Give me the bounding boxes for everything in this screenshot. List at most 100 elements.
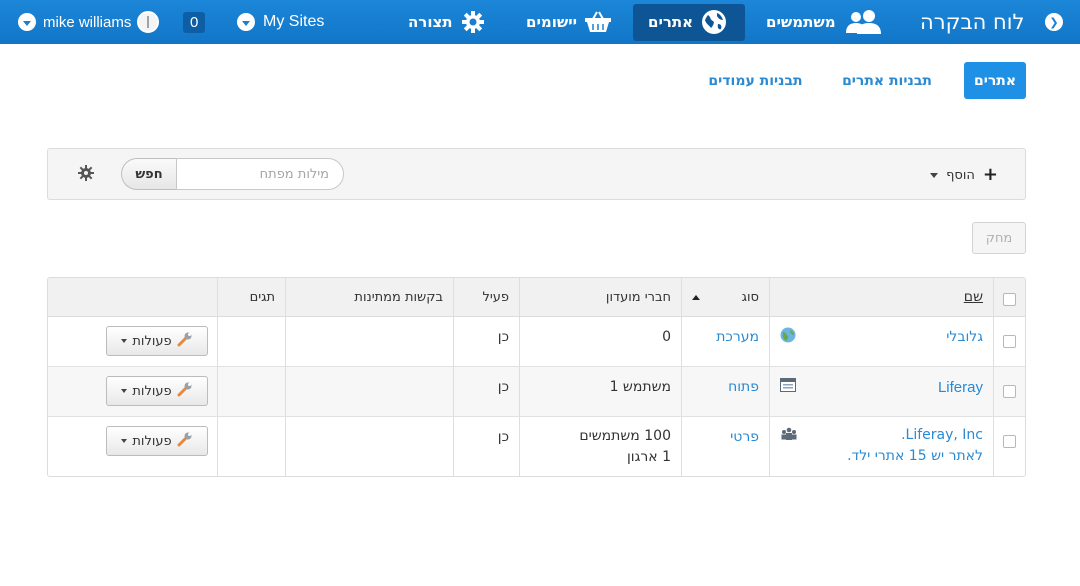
members-value: 0	[662, 329, 671, 345]
my-sites-label[interactable]: My Sites	[263, 13, 324, 31]
sort-arrow-icon[interactable]	[692, 295, 700, 300]
type-cell: פרטי	[681, 417, 769, 476]
chevron-down-icon	[121, 439, 128, 443]
members-value: משתמש 1	[609, 379, 671, 395]
user-menu[interactable]: mike williams	[18, 0, 160, 44]
chevron-down-icon	[121, 339, 128, 343]
row-checkbox[interactable]	[1003, 435, 1016, 448]
header-members: חברי מועדון	[519, 278, 681, 316]
user-menu-caret-icon[interactable]	[18, 13, 36, 31]
members-org-value: 1 ארגון	[626, 449, 671, 465]
tags-cell	[217, 317, 285, 366]
actions-label: פעולות	[132, 383, 172, 399]
members-cell: 0	[519, 317, 681, 366]
configuration-label[interactable]: תצורה	[408, 13, 453, 31]
top-navigation-bar: mike williams 0 My Sites תצורה יישומים א…	[0, 0, 1080, 44]
plus-icon: +	[982, 164, 998, 185]
select-cell	[993, 417, 1025, 476]
control-panel-home[interactable]: לוח הבקרה	[920, 0, 1024, 44]
chevron-down-icon	[930, 172, 939, 178]
tags-cell	[217, 417, 285, 476]
header-type[interactable]: סוג	[681, 278, 769, 316]
basket-icon	[584, 10, 612, 34]
actions-cell: פעולות	[48, 367, 217, 416]
organization-icon	[780, 427, 797, 443]
chevron-left-circle-icon[interactable]: ❯	[1045, 13, 1063, 31]
header-pending-requests: בקשות ממתינות	[285, 278, 453, 316]
type-link[interactable]: פתוח	[728, 379, 759, 395]
actions-button[interactable]: פעולות	[106, 376, 208, 406]
wrench-icon	[177, 381, 193, 401]
pending-cell	[285, 317, 453, 366]
globe-icon	[780, 327, 796, 343]
table-row: פעולות כן 0 מערכת גלובלי	[48, 317, 1025, 367]
add-button[interactable]: הוסף +	[918, 165, 998, 185]
sites-label[interactable]: אתרים	[648, 13, 693, 31]
select-cell	[993, 367, 1025, 416]
select-all-checkbox[interactable]	[1003, 293, 1016, 306]
control-panel-title[interactable]: לוח הבקרה	[920, 10, 1024, 34]
wrench-icon	[177, 431, 193, 451]
actions-label: פעולות	[132, 433, 172, 449]
notifications-count-badge[interactable]: 0	[183, 11, 206, 33]
tab-page-templates[interactable]: תבניות עמודים	[708, 62, 803, 99]
wrench-icon	[177, 331, 193, 351]
actions-button[interactable]: פעולות	[106, 426, 208, 456]
search-button[interactable]: חפש	[121, 158, 177, 190]
configuration-menu[interactable]: תצורה	[408, 0, 485, 44]
site-page-icon	[780, 377, 796, 393]
members-value: 100 משתמשים	[579, 428, 671, 444]
header-name-label[interactable]: שם	[964, 289, 983, 305]
members-cell: משתמש 1	[519, 367, 681, 416]
delete-button[interactable]: מחק	[972, 222, 1026, 254]
user-name[interactable]: mike williams	[43, 14, 131, 31]
apps-menu[interactable]: יישומים	[526, 0, 612, 44]
name-cell: Liferay	[769, 367, 993, 416]
globe-icon	[701, 9, 727, 35]
table-row: פעולות כן 100 משתמשים 1 ארגון פרטי Lifer…	[48, 417, 1025, 476]
my-sites-menu[interactable]: My Sites	[237, 0, 324, 44]
table-row: פעולות כן משתמש 1 פתוח Liferay	[48, 367, 1025, 417]
select-cell	[993, 317, 1025, 366]
name-cell: Liferay, Inc. לאתר יש 15 אתרי ילד.	[769, 417, 993, 476]
type-link[interactable]: פרטי	[730, 429, 759, 445]
site-name-link[interactable]: Liferay, Inc.	[901, 427, 983, 443]
my-sites-caret-icon[interactable]	[237, 13, 255, 31]
pending-cell	[285, 417, 453, 476]
name-cell: גלובלי	[769, 317, 993, 366]
site-name-link[interactable]: Liferay	[938, 379, 983, 396]
users-label[interactable]: משתמשים	[766, 13, 836, 31]
search-input[interactable]	[176, 158, 344, 190]
add-label: הוסף	[946, 167, 975, 183]
actions-button[interactable]: פעולות	[106, 326, 208, 356]
tab-sites[interactable]: אתרים	[964, 62, 1026, 99]
avatar[interactable]	[137, 11, 160, 33]
header-tags: תגים	[217, 278, 285, 316]
active-value: כן	[497, 329, 509, 345]
tab-site-templates[interactable]: תבניות אתרים	[840, 62, 934, 99]
type-link[interactable]: מערכת	[716, 329, 759, 345]
users-menu[interactable]: משתמשים	[766, 0, 882, 44]
gear-icon[interactable]	[78, 165, 94, 181]
actions-cell: פעולות	[48, 417, 217, 476]
site-name-link[interactable]: גלובלי	[946, 329, 983, 345]
active-cell: כן	[453, 417, 519, 476]
row-checkbox[interactable]	[1003, 335, 1016, 348]
active-value: כן	[497, 379, 509, 395]
apps-label[interactable]: יישומים	[526, 13, 577, 31]
notifications[interactable]: 0	[183, 0, 206, 44]
search-toolbar: חפש הוסף +	[47, 148, 1026, 200]
type-cell: פתוח	[681, 367, 769, 416]
active-value: כן	[497, 429, 509, 445]
header-type-label[interactable]: סוג	[742, 290, 759, 305]
header-select-all[interactable]	[993, 278, 1025, 316]
pending-cell	[285, 367, 453, 416]
header-name[interactable]: שם	[769, 278, 993, 316]
header-actions	[48, 278, 217, 316]
users-icon	[844, 9, 882, 35]
child-sites-link[interactable]: לאתר יש 15 אתרי ילד.	[847, 448, 983, 464]
sites-menu[interactable]: אתרים	[648, 0, 727, 44]
members-cell: 100 משתמשים 1 ארגון	[519, 417, 681, 476]
actions-cell: פעולות	[48, 317, 217, 366]
row-checkbox[interactable]	[1003, 385, 1016, 398]
